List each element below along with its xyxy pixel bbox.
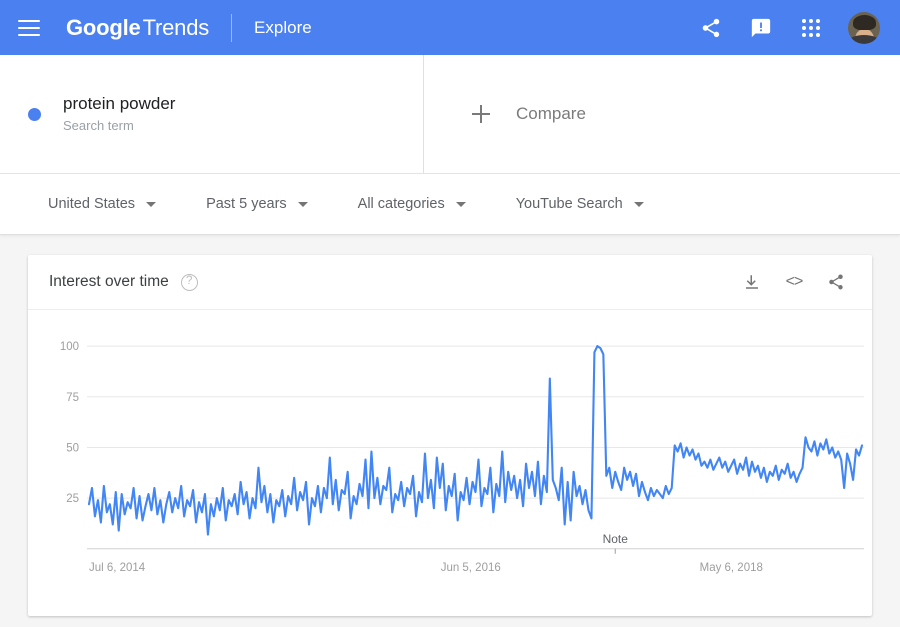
avatar-shoulder [849,35,879,44]
card-action-group: <> [742,272,846,292]
plus-icon [472,105,490,123]
trend-line[interactable] [89,346,862,534]
filter-bar: United States Past 5 years All categorie… [0,174,900,235]
header-icon-group [698,12,880,44]
y-axis-tick-label: 25 [66,493,79,505]
embed-code-icon[interactable]: <> [784,272,804,292]
avatar-hair [853,15,876,30]
search-type-filter-label: YouTube Search [516,196,623,212]
term-name: protein powder [63,93,175,115]
chevron-down-icon [456,202,466,207]
hamburger-menu-icon[interactable] [18,15,44,41]
interest-over-time-chart[interactable]: 100 75 50 25 Note Jul 6, 2014 Jun 5, 2016 May 6… [28,310,872,616]
brand-trends: Trends [143,15,209,40]
term-color-dot [28,108,41,121]
page-title: Interest over time [49,273,169,291]
search-type-filter[interactable]: YouTube Search [516,196,644,212]
app-header: GoogleTrends Explore [0,0,900,55]
chevron-down-icon [298,202,308,207]
download-icon[interactable] [742,272,762,292]
main-content: Interest over time ? <> [0,235,900,627]
chart-annotation-note[interactable]: Note [603,532,629,546]
y-axis-tick-label: 50 [66,442,79,454]
interest-over-time-card: Interest over time ? <> [28,255,872,616]
card-header: Interest over time ? <> [28,255,872,310]
brand-logo[interactable]: GoogleTrends [66,15,209,41]
location-filter[interactable]: United States [48,196,156,212]
x-axis-tick-label: May 6, 2018 [700,562,763,574]
term-subtitle: Search term [63,116,175,136]
time-range-filter-label: Past 5 years [206,196,287,212]
hamburger-bar [18,20,40,22]
embed-glyph: <> [786,273,803,291]
explore-nav-item[interactable]: Explore [254,18,312,38]
y-axis-tick-label: 75 [66,392,79,404]
share-icon[interactable] [826,272,846,292]
search-term-cell[interactable]: protein powder Search term [0,55,424,173]
hamburger-bar [18,27,40,29]
search-term-bar: protein powder Search term Compare [0,55,900,174]
compare-label: Compare [516,104,586,124]
location-filter-label: United States [48,196,135,212]
x-axis-tick-label: Jul 6, 2014 [89,562,146,574]
brand-google: Google [66,15,141,40]
category-filter-label: All categories [358,196,445,212]
apps-grid-icon[interactable] [798,15,824,41]
x-axis-tick-label: Jun 5, 2016 [441,562,501,574]
help-icon[interactable]: ? [181,274,198,291]
hamburger-bar [18,34,40,36]
share-icon[interactable] [698,15,724,41]
chart-area[interactable]: 100 75 50 25 Note Jul 6, 2014 Jun 5, 2016 May 6… [28,310,872,616]
compare-button[interactable]: Compare [424,55,900,173]
term-text-block: protein powder Search term [63,93,175,136]
feedback-icon[interactable] [748,15,774,41]
header-divider [231,14,232,42]
category-filter[interactable]: All categories [358,196,466,212]
time-range-filter[interactable]: Past 5 years [206,196,308,212]
chevron-down-icon [634,202,644,207]
y-axis-tick-label: 100 [60,341,79,353]
avatar[interactable] [848,12,880,44]
apps-grid-dots [802,19,820,37]
chevron-down-icon [146,202,156,207]
